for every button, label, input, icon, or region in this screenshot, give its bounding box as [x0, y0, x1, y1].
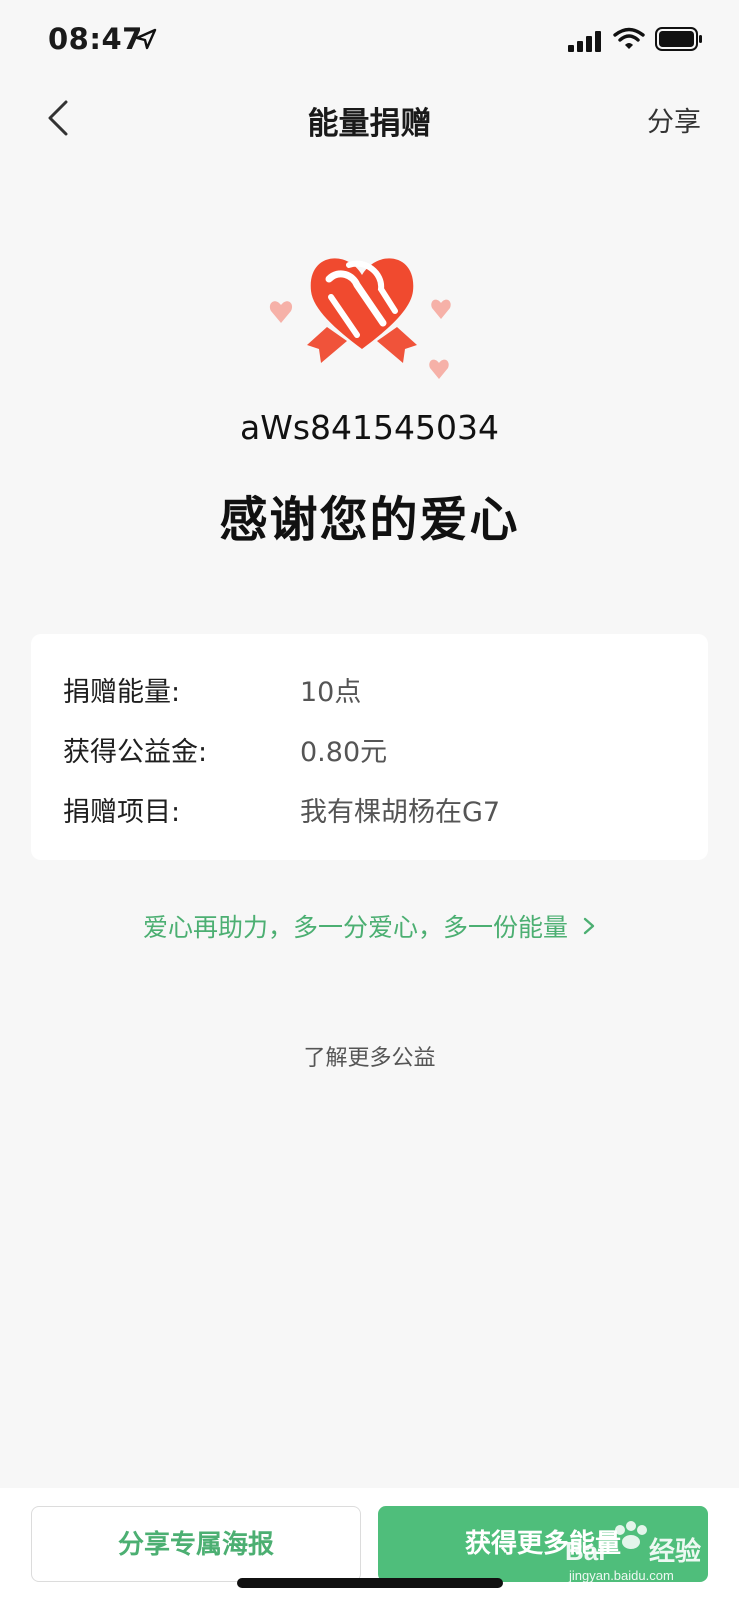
battery-icon	[655, 27, 702, 51]
home-indicator	[237, 1578, 503, 1588]
share-poster-button[interactable]: 分享专属海报	[31, 1506, 361, 1582]
detail-value: 0.80元	[300, 737, 388, 768]
help-again-link[interactable]: 爱心再助力，多一分爱心，多一份能量	[0, 908, 739, 944]
donation-success-page: 08:47 能量捐赠 分享 aWs841545034 感谢您的爱心 捐赠能量: …	[0, 0, 739, 1600]
status-bar: 08:47	[0, 0, 739, 80]
small-heart-icon	[431, 299, 451, 319]
location-arrow-icon	[135, 28, 157, 50]
small-heart-icon	[429, 359, 449, 379]
detail-value: 我有棵胡杨在G7	[300, 797, 501, 828]
donation-details-card: 捐赠能量: 10点 获得公益金: 0.80元 捐赠项目: 我有棵胡杨在G7	[31, 634, 708, 860]
detail-label: 获得公益金:	[63, 737, 208, 768]
share-button[interactable]: 分享	[647, 100, 701, 139]
thanks-heading: 感谢您的爱心	[219, 492, 520, 548]
detail-label: 捐赠项目:	[63, 797, 181, 828]
detail-label: 捐赠能量:	[63, 677, 181, 708]
username: aWs841545034	[239, 408, 499, 447]
get-more-energy-button[interactable]: 获得更多能量	[378, 1506, 708, 1582]
heart-ribbon-icon	[269, 258, 451, 379]
page-title: 能量捐赠	[307, 106, 432, 142]
small-heart-icon	[269, 301, 293, 323]
chevron-right-icon	[583, 917, 595, 935]
learn-more-link[interactable]: 了解更多公益	[0, 1040, 739, 1072]
detail-value: 10点	[300, 677, 362, 708]
nav-bar: 能量捐赠 分享	[0, 80, 739, 158]
signal-icon	[568, 31, 601, 52]
wifi-icon	[613, 27, 645, 49]
status-time: 08:47	[48, 22, 143, 56]
help-again-text: 爱心再助力，多一分爱心，多一份能量	[142, 913, 568, 942]
